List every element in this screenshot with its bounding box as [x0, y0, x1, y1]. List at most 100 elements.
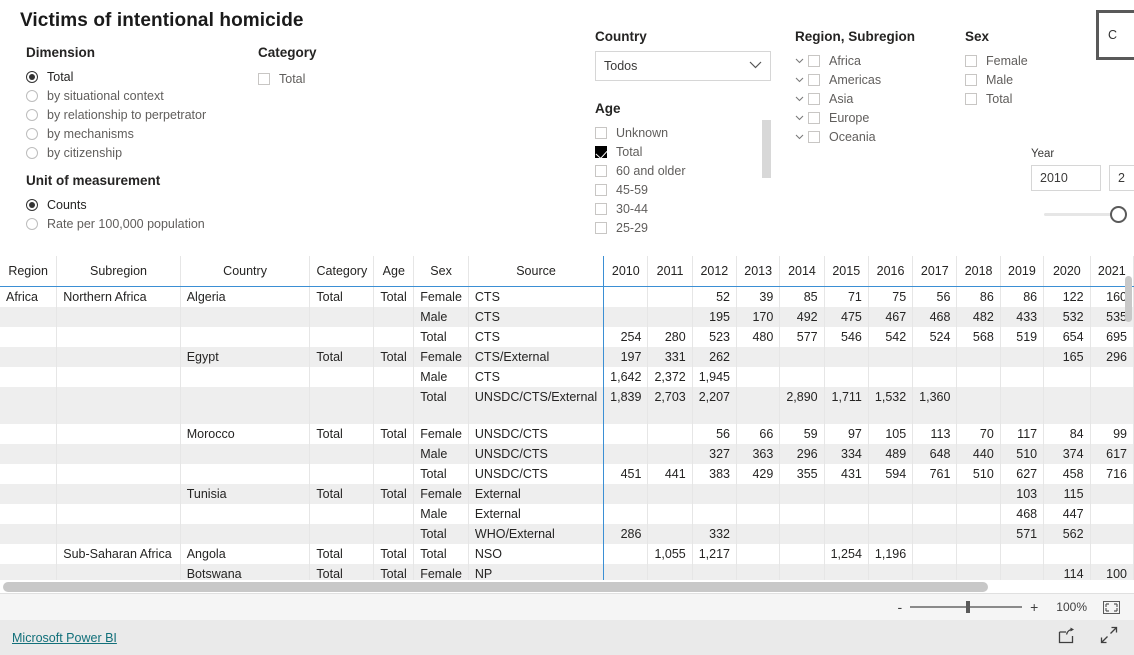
age-option-5[interactable]: 25-29 [595, 218, 686, 237]
radio-icon[interactable] [26, 108, 38, 121]
radio-icon[interactable] [26, 70, 38, 83]
fit-to-page-icon[interactable] [1103, 600, 1120, 614]
year-slider-knob-right[interactable] [1110, 206, 1127, 223]
share-icon[interactable] [1058, 627, 1076, 649]
table-row[interactable]: Male External 468 447 [0, 503, 1134, 524]
table-row[interactable]: Total UNSDC/CTS 451 441 383 429 355 431 594 761 51… [0, 463, 1134, 484]
year-slider-rail[interactable] [1044, 213, 1116, 216]
zoom-in-button[interactable]: + [1026, 600, 1042, 614]
sex-option-1[interactable]: Male [965, 70, 1028, 89]
table-row[interactable]: Male CTS 1,642 2,372 1,945 [0, 366, 1134, 387]
age-option-4[interactable]: 30-44 [595, 199, 686, 218]
zoom-slider-knob[interactable] [966, 601, 971, 613]
year-from-input[interactable]: 2010 [1031, 165, 1101, 191]
column-header-category[interactable]: Category [309, 256, 375, 287]
radio-icon[interactable] [26, 146, 38, 159]
sex-option-2[interactable]: Total [965, 89, 1028, 108]
column-header-age[interactable]: Age [373, 256, 415, 287]
category-option-0[interactable]: Total [258, 69, 317, 88]
checkbox-icon[interactable] [595, 145, 607, 158]
table-row[interactable]: Botswana Total Total Female NP 114 100 [0, 563, 1134, 580]
checkbox-icon[interactable] [808, 73, 820, 86]
checkbox-icon[interactable] [595, 126, 607, 139]
radio-icon[interactable] [26, 89, 38, 102]
zoom-slider[interactable] [910, 601, 1023, 613]
column-header-2012[interactable]: 2012 [692, 256, 738, 287]
radio-icon[interactable] [26, 127, 38, 140]
column-header-2011[interactable]: 2011 [647, 256, 693, 287]
checkbox-icon[interactable] [595, 183, 607, 196]
age-option-1[interactable]: Total [595, 142, 686, 161]
column-header-sex[interactable]: Sex [413, 256, 469, 287]
region-option-4[interactable]: Oceania [795, 127, 915, 146]
clear-filters-button[interactable]: C [1096, 10, 1134, 60]
column-header-2017[interactable]: 2017 [912, 256, 958, 287]
checkbox-icon[interactable] [595, 202, 607, 215]
dimension-option-4[interactable]: by citizenship [26, 143, 206, 162]
column-header-region[interactable]: Region [0, 256, 58, 287]
checkbox-icon[interactable] [808, 92, 820, 105]
checkbox-icon[interactable] [595, 221, 607, 234]
sex-option-0[interactable]: Female [965, 51, 1028, 70]
table-row[interactable]: Total WHO/External 286 332 571 562 [0, 523, 1134, 544]
chevron-down-icon[interactable] [795, 77, 808, 83]
column-header-2014[interactable]: 2014 [779, 256, 825, 287]
table-row[interactable]: Male UNSDC/CTS 327 363 296 334 489 648 440 510 374… [0, 443, 1134, 464]
column-header-source[interactable]: Source [468, 256, 605, 287]
column-header-2019[interactable]: 2019 [1000, 256, 1045, 287]
checkbox-icon[interactable] [965, 54, 977, 67]
dimension-option-2[interactable]: by relationship to perpetrator [26, 105, 206, 124]
dimension-option-0[interactable]: Total [26, 67, 206, 86]
chevron-down-icon[interactable] [795, 58, 808, 64]
cell-region [0, 523, 58, 544]
table-row[interactable]: Tunisia Total Total Female External 103 115 [0, 483, 1134, 504]
dimension-option-3[interactable]: by mechanisms [26, 124, 206, 143]
table-row[interactable]: Sub-Saharan Africa Angola Total Total Total N… [0, 543, 1134, 564]
column-header-subregion[interactable]: Subregion [56, 256, 181, 287]
checkbox-icon[interactable] [258, 72, 270, 85]
region-option-2[interactable]: Asia [795, 89, 915, 108]
dimension-option-1[interactable]: by situational context [26, 86, 206, 105]
checkbox-icon[interactable] [808, 54, 820, 67]
radio-icon[interactable] [26, 198, 38, 211]
power-bi-link[interactable]: Microsoft Power BI [12, 631, 117, 645]
age-list-scrollbar-thumb[interactable] [762, 120, 771, 178]
chevron-down-icon[interactable] [795, 115, 808, 121]
age-list-scrollbar[interactable] [762, 112, 771, 234]
table-row[interactable]: Egypt Total Total Female CTS/External 197 331 2… [0, 346, 1134, 367]
zoom-out-button[interactable]: - [893, 600, 906, 614]
table-row[interactable]: Morocco Total Total Female UNSDC/CTS 56 66 59 97… [0, 423, 1134, 444]
radio-icon[interactable] [26, 217, 38, 230]
column-header-2013[interactable]: 2013 [736, 256, 781, 287]
checkbox-icon[interactable] [808, 111, 820, 124]
year-to-input[interactable]: 2 [1109, 165, 1134, 191]
table-horizontal-scrollbar-thumb[interactable] [3, 582, 988, 592]
column-header-2018[interactable]: 2018 [956, 256, 1001, 287]
checkbox-icon[interactable] [808, 130, 820, 143]
region-option-1[interactable]: Americas [795, 70, 915, 89]
column-header-2010[interactable]: 2010 [603, 256, 649, 287]
fullscreen-icon[interactable] [1100, 626, 1118, 649]
unit-option-0[interactable]: Counts [26, 195, 205, 214]
age-option-3[interactable]: 45-59 [595, 180, 686, 199]
checkbox-icon[interactable] [595, 164, 607, 177]
column-header-2016[interactable]: 2016 [868, 256, 914, 287]
chevron-down-icon[interactable] [795, 96, 808, 102]
table-row[interactable]: Total UNSDC/CTS/External 1,839 2,703 2,207 2,… [0, 386, 1134, 424]
region-option-0[interactable]: Africa [795, 51, 915, 70]
chevron-down-icon[interactable] [795, 134, 808, 140]
checkbox-icon[interactable] [965, 92, 977, 105]
region-option-3[interactable]: Europe [795, 108, 915, 127]
column-header-country[interactable]: Country [180, 256, 311, 287]
column-header-2015[interactable]: 2015 [824, 256, 869, 287]
table-row[interactable]: Total CTS 254 280 523 480 577 546 542 524 568 519 65… [0, 326, 1134, 347]
age-option-2[interactable]: 60 and older [595, 161, 686, 180]
unit-option-1[interactable]: Rate per 100,000 population [26, 214, 205, 233]
checkbox-icon[interactable] [965, 73, 977, 86]
table-vertical-scrollbar-thumb[interactable] [1125, 276, 1132, 322]
column-header-2020[interactable]: 2020 [1043, 256, 1091, 287]
country-dropdown[interactable]: Todos [595, 51, 771, 81]
table-row[interactable]: Male CTS 195 170 492 475 467 468 482 433 532 535 [0, 306, 1134, 327]
table-row[interactable]: Africa Northern Africa Algeria Total Total Fe… [0, 286, 1134, 307]
age-option-0[interactable]: Unknown [595, 123, 686, 142]
